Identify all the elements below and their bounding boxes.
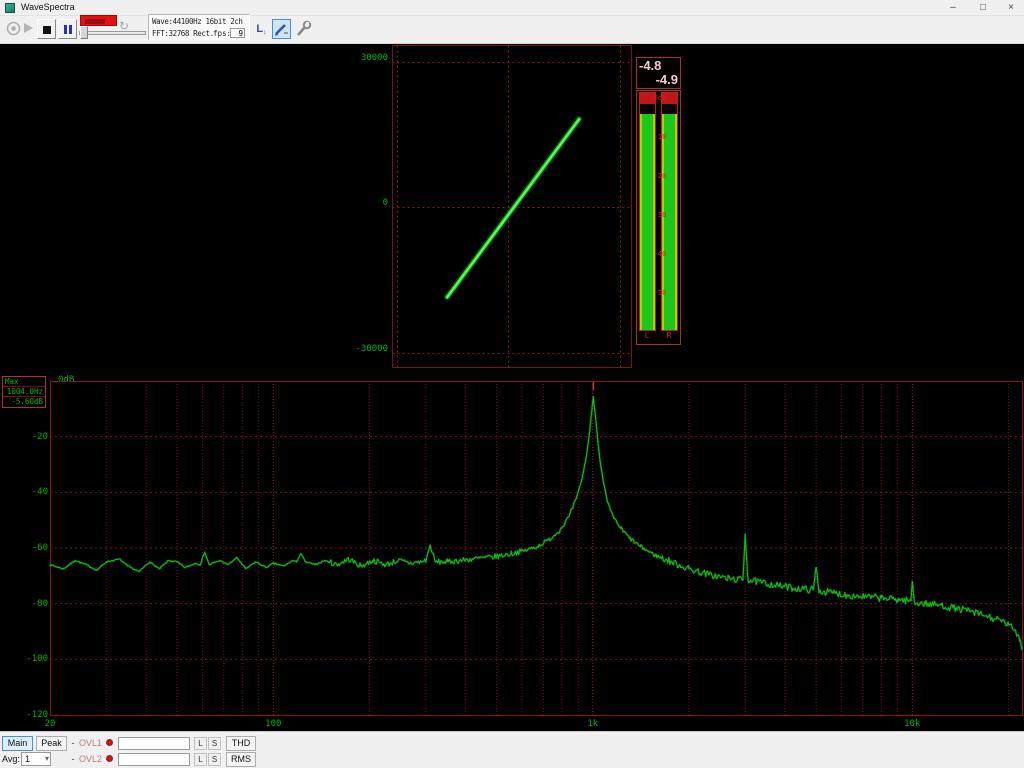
app-window: WaveSpectra – □ × ↻ Wave:44100Hz 16bit 2…: [0, 0, 1024, 768]
record-icon[interactable]: [5, 20, 22, 37]
spectrum-ytick: -60: [16, 543, 48, 553]
loop-icon[interactable]: ↻: [119, 19, 129, 33]
spectrum-ytick: -80: [16, 599, 48, 609]
close-button[interactable]: ×: [998, 0, 1024, 16]
dash-separator: -: [70, 754, 76, 764]
fps-label: fps:: [213, 29, 231, 38]
level-meter: 0dB -10 -20 -30 -40 -50 L R: [636, 90, 681, 345]
meter-scale-label: -20: [650, 172, 670, 180]
max-level-value: -5.60dB: [3, 397, 45, 407]
rec-indicator: [80, 15, 117, 26]
row1-s-button[interactable]: S: [208, 737, 221, 750]
xy-scope-panel: 30000 0 -30000 -4.8 -4.9 0dB -10 -20 -30 -40…: [0, 44, 1024, 370]
ovl1-label: OVL1: [79, 738, 102, 748]
spectrum-xtick: 1k: [578, 719, 608, 729]
spectrum-ytick-0db: 0dB: [58, 375, 74, 385]
ovl1-led: [106, 739, 113, 746]
meter-fill-left: [640, 114, 655, 330]
ovl2-label: OVL2: [79, 754, 102, 764]
chevron-down-icon: ▾: [45, 754, 49, 763]
max-readout: Max 1004.0Hz -5.60dB: [2, 376, 46, 408]
meter-readout-right: -4.9: [656, 72, 678, 87]
maximize-button[interactable]: □: [968, 0, 998, 16]
level1-field[interactable]: [118, 737, 190, 750]
avg-select[interactable]: 1 ▾: [21, 752, 51, 766]
meter-readout-left: -4.8: [639, 58, 661, 73]
wrench-icon: [294, 19, 313, 39]
spectrum-ytick: -100: [16, 654, 48, 664]
stop-button[interactable]: [37, 19, 56, 39]
xy-tick-top: 30000: [354, 53, 388, 63]
xy-tick-zero: 0: [354, 198, 388, 208]
l-button-arrow-icon: ↓: [263, 29, 267, 36]
meter-scale-label: -40: [650, 250, 670, 258]
wave-info-box: Wave:44100Hz 16bit 2ch FFT:32768 Rect. f…: [148, 14, 250, 40]
spectrum-xtick: 10k: [897, 719, 927, 729]
spectrum-panel: Max 1004.0Hz -5.60dB 0dB -20 -40 -60 -80 -10…: [0, 374, 1024, 731]
spectrum-ytick: -20: [16, 432, 48, 442]
settings-button[interactable]: [294, 19, 313, 39]
row2-s-button[interactable]: S: [208, 753, 221, 766]
fft-info: FFT:32768 Rect.: [152, 29, 214, 38]
main-button[interactable]: Main: [2, 736, 33, 751]
play-icon[interactable]: [24, 23, 33, 33]
dash-separator: -: [70, 738, 76, 748]
level2-field[interactable]: [118, 753, 190, 766]
meter-scale-label: -10: [650, 133, 670, 141]
seek-slider[interactable]: [79, 31, 146, 35]
row2-l-button[interactable]: L: [194, 753, 207, 766]
fps-input[interactable]: [230, 28, 245, 38]
statusbar-separator: [221, 735, 222, 766]
window-title: WaveSpectra: [21, 2, 75, 12]
meter-scale-label: -30: [650, 211, 670, 219]
meter-scale-label: -50: [650, 289, 670, 297]
thd-button[interactable]: THD: [226, 736, 256, 751]
stop-icon: [43, 26, 51, 34]
app-icon: [5, 3, 15, 13]
pause-icon: [64, 25, 67, 34]
spectrum-xtick: 20: [35, 719, 65, 729]
max-label: Max: [3, 377, 45, 387]
xy-tick-bottom: -30000: [354, 344, 388, 354]
spectrum-ytick: -40: [16, 487, 48, 497]
meter-channel-label: R: [664, 331, 674, 340]
l-button[interactable]: L↓: [253, 21, 270, 38]
peak-button[interactable]: Peak: [36, 736, 67, 751]
rms-button[interactable]: RMS: [226, 752, 256, 767]
avg-label: Avg:: [2, 754, 20, 764]
display-config-button[interactable]: [272, 19, 291, 39]
row1-l-button[interactable]: L: [194, 737, 207, 750]
avg-value: 1: [25, 754, 30, 764]
meter-channel-label: L: [642, 331, 652, 340]
status-bar: Main Peak - - OVL1 OVL2 L S L S THD RMS …: [0, 731, 1024, 768]
meter-fill-right: [662, 114, 677, 330]
rec-indicator-text: [85, 19, 105, 24]
toolbar: ↻ Wave:44100Hz 16bit 2ch FFT:32768 Rect.…: [0, 16, 1024, 44]
meter-scale-label: 0dB: [650, 94, 670, 102]
meter-readout: -4.8 -4.9: [636, 57, 681, 89]
spectrum-xtick: 100: [258, 719, 288, 729]
seek-slider-thumb[interactable]: [80, 26, 88, 39]
pause-icon: [69, 25, 72, 34]
ovl2-led: [106, 755, 113, 762]
pause-button[interactable]: [58, 19, 77, 39]
minimize-button[interactable]: –: [938, 0, 968, 16]
wave-info: Wave:44100Hz 16bit 2ch: [152, 17, 243, 26]
pencil-icon: [273, 20, 290, 38]
max-frequency-value: 1004.0Hz: [3, 387, 45, 397]
